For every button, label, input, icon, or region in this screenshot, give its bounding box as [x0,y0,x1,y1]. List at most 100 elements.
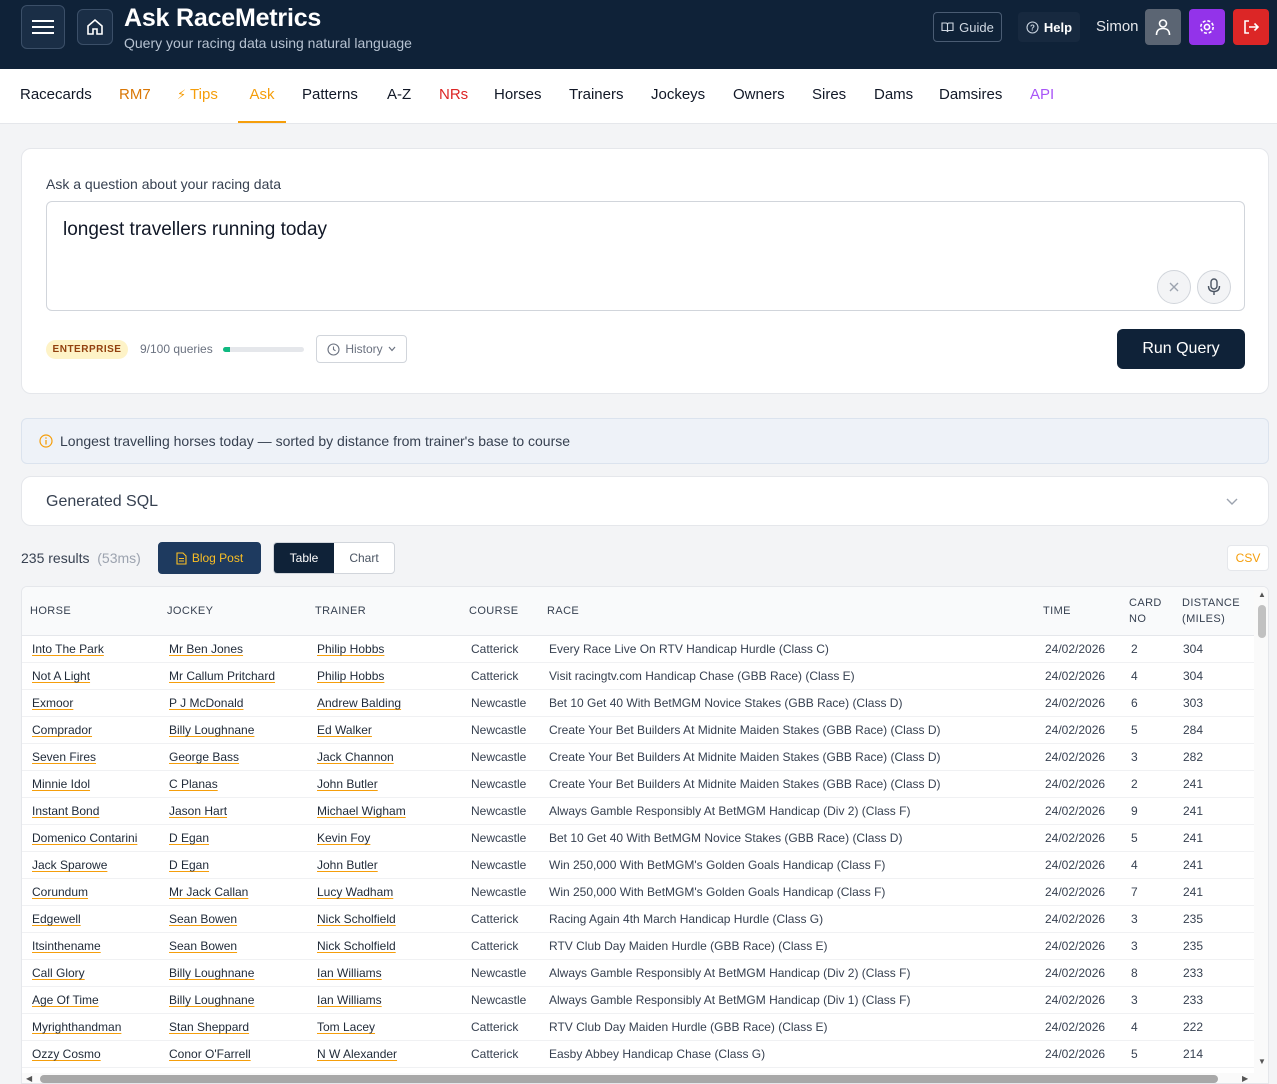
scroll-right-arrow-icon[interactable]: ▶ [1242,1074,1248,1083]
horse-cell[interactable]: Into The Park [32,642,104,656]
blog-post-button[interactable]: Blog Post [158,542,261,574]
horse-cell[interactable]: Jack Sparowe [32,858,107,872]
trainer-cell[interactable]: John Butler [317,858,378,872]
nav-item-api[interactable]: API [1030,69,1054,123]
nav-item-horses[interactable]: Horses [494,69,542,123]
trainer-cell[interactable]: Ed Walker [317,723,372,737]
trainer-cell[interactable]: N W Alexander [317,1047,397,1061]
trainer-cell[interactable]: Philip Hobbs [317,642,384,656]
help-button[interactable]: ? Help [1018,12,1080,42]
nav-item-rm7[interactable]: RM7 [119,69,151,123]
nav-item-a-z[interactable]: A-Z [387,69,411,123]
trainer-cell[interactable]: Ian Williams [317,993,382,1007]
trainer-cell[interactable]: Tom Lacey [317,1020,375,1034]
nav-item-jockeys[interactable]: Jockeys [651,69,705,123]
jockey-cell[interactable]: Mr Jack Callan [169,885,248,899]
nav-item-ask[interactable]: Ask [238,69,286,123]
csv-export-button[interactable]: CSV [1227,545,1269,571]
trainer-cell[interactable]: Kevin Foy [317,831,370,845]
horse-cell[interactable]: Itsinthename [32,939,101,953]
trainer-cell[interactable]: Lucy Wadham [317,885,393,899]
query-input[interactable]: longest travellers running today [46,201,1245,311]
jockey-cell[interactable]: Mr Ben Jones [169,642,243,656]
trainer-cell[interactable]: Andrew Balding [317,696,401,710]
run-query-button[interactable]: Run Query [1117,329,1245,369]
jockey-cell[interactable]: Billy Loughnane [169,966,254,980]
horse-cell[interactable]: Seven Fires [32,750,96,764]
clear-button[interactable] [1157,270,1191,304]
logout-button[interactable] [1233,9,1269,45]
scroll-down-arrow-icon[interactable]: ▼ [1258,1057,1266,1066]
horse-cell[interactable]: Ozzy Cosmo [32,1047,101,1061]
vertical-scroll-thumb[interactable] [1258,605,1266,638]
horse-cell[interactable]: Exmoor [32,696,73,710]
column-header-horse[interactable]: HORSE [30,603,71,619]
trainer-cell[interactable]: Ian Williams [317,966,382,980]
menu-button[interactable] [21,5,65,49]
jockey-cell[interactable]: George Bass [169,750,239,764]
query-text[interactable]: longest travellers running today [63,219,327,241]
vertical-scrollbar[interactable]: ▲ ▼ [1254,587,1268,1083]
column-header-card-no[interactable]: CARD NO [1129,595,1162,627]
voice-input-button[interactable] [1197,270,1231,304]
trainer-cell[interactable]: Jack Channon [317,750,394,764]
profile-button[interactable] [1145,9,1181,45]
guide-button[interactable]: Guide [933,12,1002,42]
nav-item-sires[interactable]: Sires [812,69,846,123]
column-header-race[interactable]: RACE [547,603,579,619]
jockey-cell[interactable]: Jason Hart [169,804,227,818]
jockey-cell[interactable]: Sean Bowen [169,912,237,926]
nav-item-dams[interactable]: Dams [874,69,913,123]
nav-item-patterns[interactable]: Patterns [302,69,358,123]
jockey-cell[interactable]: Stan Sheppard [169,1020,249,1034]
column-header-course[interactable]: COURSE [469,603,518,619]
horse-cell[interactable]: Myrighthandman [32,1020,121,1034]
nav-item-owners[interactable]: Owners [733,69,785,123]
jockey-cell[interactable]: Conor O'Farrell [169,1047,251,1061]
generated-sql-panel[interactable]: Generated SQL [21,476,1269,526]
jockey-cell[interactable]: D Egan [169,858,209,872]
jockey-cell[interactable]: Mr Callum Pritchard [169,669,275,683]
settings-button[interactable] [1189,9,1225,45]
column-header-time[interactable]: TIME [1043,603,1071,619]
trainer-cell[interactable]: Philip Hobbs [317,669,384,683]
jockey-cell[interactable]: Sean Bowen [169,939,237,953]
horse-cell[interactable]: Call Glory [32,966,85,980]
jockey-cell[interactable]: Billy Loughnane [169,993,254,1007]
race-cell: Easby Abbey Handicap Chase (Class G) [549,1047,766,1061]
distance-cell: 222 [1183,1020,1204,1034]
trainer-cell[interactable]: Nick Scholfield [317,939,396,953]
scroll-up-arrow-icon[interactable]: ▲ [1258,590,1266,599]
trainer-cell[interactable]: John Butler [317,777,378,791]
column-header-jockey[interactable]: JOCKEY [167,603,213,619]
nav-item-nrs[interactable]: NRs [439,69,468,123]
jockey-cell[interactable]: C Planas [169,777,218,791]
horizontal-scroll-thumb[interactable] [40,1075,1218,1083]
jockey-cell[interactable]: D Egan [169,831,209,845]
nav-item-trainers[interactable]: Trainers [569,69,623,123]
horse-cell[interactable]: Instant Bond [32,804,99,818]
chart-view-button[interactable]: Chart [334,543,394,573]
horse-cell[interactable]: Age Of Time [32,993,99,1007]
horse-cell[interactable]: Domenico Contarini [32,831,137,845]
time-cell: 24/02/2026 [1045,993,1106,1007]
trainer-cell[interactable]: Michael Wigham [317,804,406,818]
jockey-cell[interactable]: Billy Loughnane [169,723,254,737]
horse-cell[interactable]: Corundum [32,885,88,899]
nav-item-damsires[interactable]: Damsires [939,69,1002,123]
trainer-cell[interactable]: Nick Scholfield [317,912,396,926]
column-header-trainer[interactable]: TRAINER [315,603,366,619]
horse-cell[interactable]: Minnie Idol [32,777,90,791]
table-view-button[interactable]: Table [274,543,334,573]
nav-item-tips[interactable]: ⚡ Tips [177,69,218,123]
column-header-distance[interactable]: DISTANCE (MILES) [1182,595,1240,627]
horse-cell[interactable]: Not A Light [32,669,90,683]
home-button[interactable] [77,9,113,45]
horse-cell[interactable]: Comprador [32,723,92,737]
history-dropdown[interactable]: History [316,335,407,363]
jockey-cell[interactable]: P J McDonald [169,696,243,710]
scroll-left-arrow-icon[interactable]: ◀ [26,1074,32,1083]
horizontal-scrollbar[interactable]: ◀ ▶ [22,1073,1254,1083]
nav-item-racecards[interactable]: Racecards [20,69,92,123]
horse-cell[interactable]: Edgewell [32,912,81,926]
